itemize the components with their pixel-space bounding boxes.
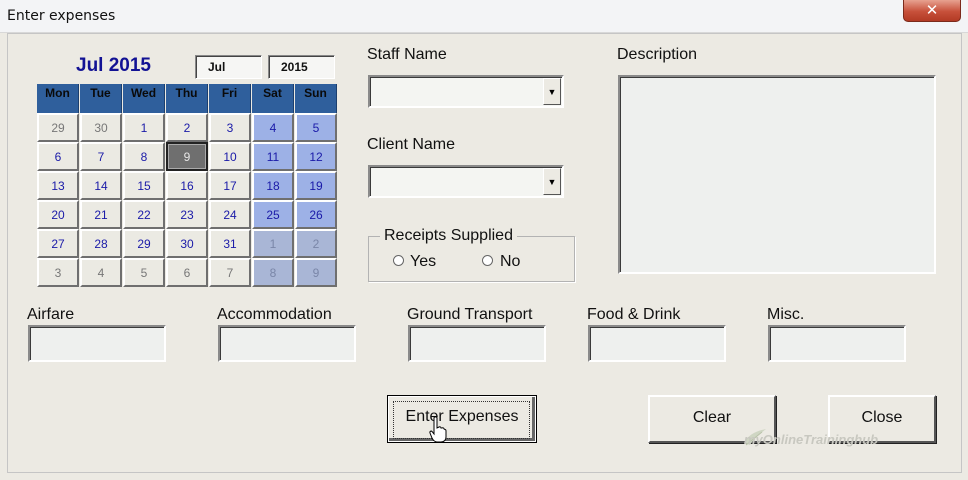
calendar-day[interactable]: 31 xyxy=(209,229,251,258)
calendar-day[interactable]: 14 xyxy=(80,171,122,200)
calendar-day[interactable]: 4 xyxy=(80,258,122,287)
calendar-day[interactable]: 25 xyxy=(252,200,294,229)
radio-yes-label[interactable]: Yes xyxy=(410,253,436,271)
receipts-legend: Receipts Supplied xyxy=(380,227,517,245)
weekday-header-thu: Thu xyxy=(166,84,208,113)
calendar-day[interactable]: 11 xyxy=(252,142,294,171)
window-title: Enter expenses xyxy=(7,8,116,24)
calendar-day[interactable]: 4 xyxy=(252,113,294,142)
calendar-day[interactable]: 6 xyxy=(37,142,79,171)
airfare-input[interactable] xyxy=(28,325,166,362)
ground-transport-input[interactable] xyxy=(408,325,546,362)
calendar-day[interactable]: 15 xyxy=(123,171,165,200)
calendar-day[interactable]: 12 xyxy=(295,142,337,171)
chevron-down-icon[interactable]: ▼ xyxy=(543,168,561,195)
calendar-day[interactable]: 19 xyxy=(295,171,337,200)
title-bar: Enter expenses xyxy=(0,0,968,33)
calendar-day[interactable]: 1 xyxy=(123,113,165,142)
calendar-day[interactable]: 9 xyxy=(295,258,337,287)
calendar-day[interactable]: 20 xyxy=(37,200,79,229)
calendar-day[interactable]: 2 xyxy=(166,113,208,142)
weekday-header-sat: Sat xyxy=(252,84,294,113)
weekday-header-fri: Fri xyxy=(209,84,251,113)
calendar-day[interactable]: 5 xyxy=(295,113,337,142)
calendar-day[interactable]: 27 xyxy=(37,229,79,258)
calendar-day[interactable]: 2 xyxy=(295,229,337,258)
calendar-day[interactable]: 13 xyxy=(37,171,79,200)
ground-transport-label: Ground Transport xyxy=(407,306,533,323)
radio-no-label[interactable]: No xyxy=(500,253,520,271)
calendar-day[interactable]: 7 xyxy=(209,258,251,287)
description-textarea[interactable] xyxy=(618,75,936,274)
calendar-day[interactable]: 18 xyxy=(252,171,294,200)
staff-name-label: Staff Name xyxy=(367,46,447,63)
calendar-day[interactable]: 28 xyxy=(80,229,122,258)
misc-label: Misc. xyxy=(767,306,805,323)
food-drink-input[interactable] xyxy=(588,325,726,362)
calendar-day[interactable]: 30 xyxy=(80,113,122,142)
calendar-day[interactable]: 22 xyxy=(123,200,165,229)
weekday-header-wed: Wed xyxy=(123,84,165,113)
radio-yes[interactable] xyxy=(393,255,404,266)
client-name-combo[interactable]: ▼ xyxy=(368,165,564,198)
calendar-title: Jul 2015 xyxy=(76,55,151,76)
calendar-day[interactable]: 8 xyxy=(252,258,294,287)
misc-input[interactable] xyxy=(768,325,906,362)
calendar-day[interactable]: 9 xyxy=(166,142,208,171)
calendar-day[interactable]: 6 xyxy=(166,258,208,287)
calendar-day[interactable]: 3 xyxy=(209,113,251,142)
accommodation-input[interactable] xyxy=(218,325,356,362)
description-label: Description xyxy=(617,46,698,63)
close-window-button[interactable]: ✕ xyxy=(903,0,961,22)
calendar-day[interactable]: 8 xyxy=(123,142,165,171)
calendar-day[interactable]: 23 xyxy=(166,200,208,229)
calendar-day[interactable]: 24 xyxy=(209,200,251,229)
calendar-day[interactable]: 26 xyxy=(295,200,337,229)
calendar-day[interactable]: 29 xyxy=(37,113,79,142)
calendar-day[interactable]: 3 xyxy=(37,258,79,287)
year-select[interactable]: 2015 xyxy=(268,55,335,79)
weekday-header-tue: Tue xyxy=(80,84,122,113)
watermark-text: myOnlineTraininghub xyxy=(744,432,879,447)
calendar-day[interactable]: 21 xyxy=(80,200,122,229)
client-name-label: Client Name xyxy=(367,136,456,153)
month-select[interactable]: Jul xyxy=(195,55,262,79)
calendar-day[interactable]: 16 xyxy=(166,171,208,200)
close-icon: ✕ xyxy=(925,1,939,19)
calendar-day[interactable]: 10 xyxy=(209,142,251,171)
calendar-day[interactable]: 29 xyxy=(123,229,165,258)
chevron-down-icon[interactable]: ▼ xyxy=(543,78,561,105)
calendar-day[interactable]: 5 xyxy=(123,258,165,287)
calendar-day[interactable]: 17 xyxy=(209,171,251,200)
weekday-header-sun: Sun xyxy=(295,84,337,113)
weekday-header-mon: Mon xyxy=(37,84,79,113)
radio-no[interactable] xyxy=(482,255,493,266)
calendar-day[interactable]: 30 xyxy=(166,229,208,258)
hand-cursor-icon xyxy=(429,416,447,443)
accommodation-label: Accommodation xyxy=(217,306,332,323)
staff-name-combo[interactable]: ▼ xyxy=(368,75,564,108)
airfare-label: Airfare xyxy=(27,306,75,323)
calendar-day[interactable]: 7 xyxy=(80,142,122,171)
food-drink-label: Food & Drink xyxy=(587,306,681,323)
focus-rectangle xyxy=(393,401,530,439)
calendar-day[interactable]: 1 xyxy=(252,229,294,258)
